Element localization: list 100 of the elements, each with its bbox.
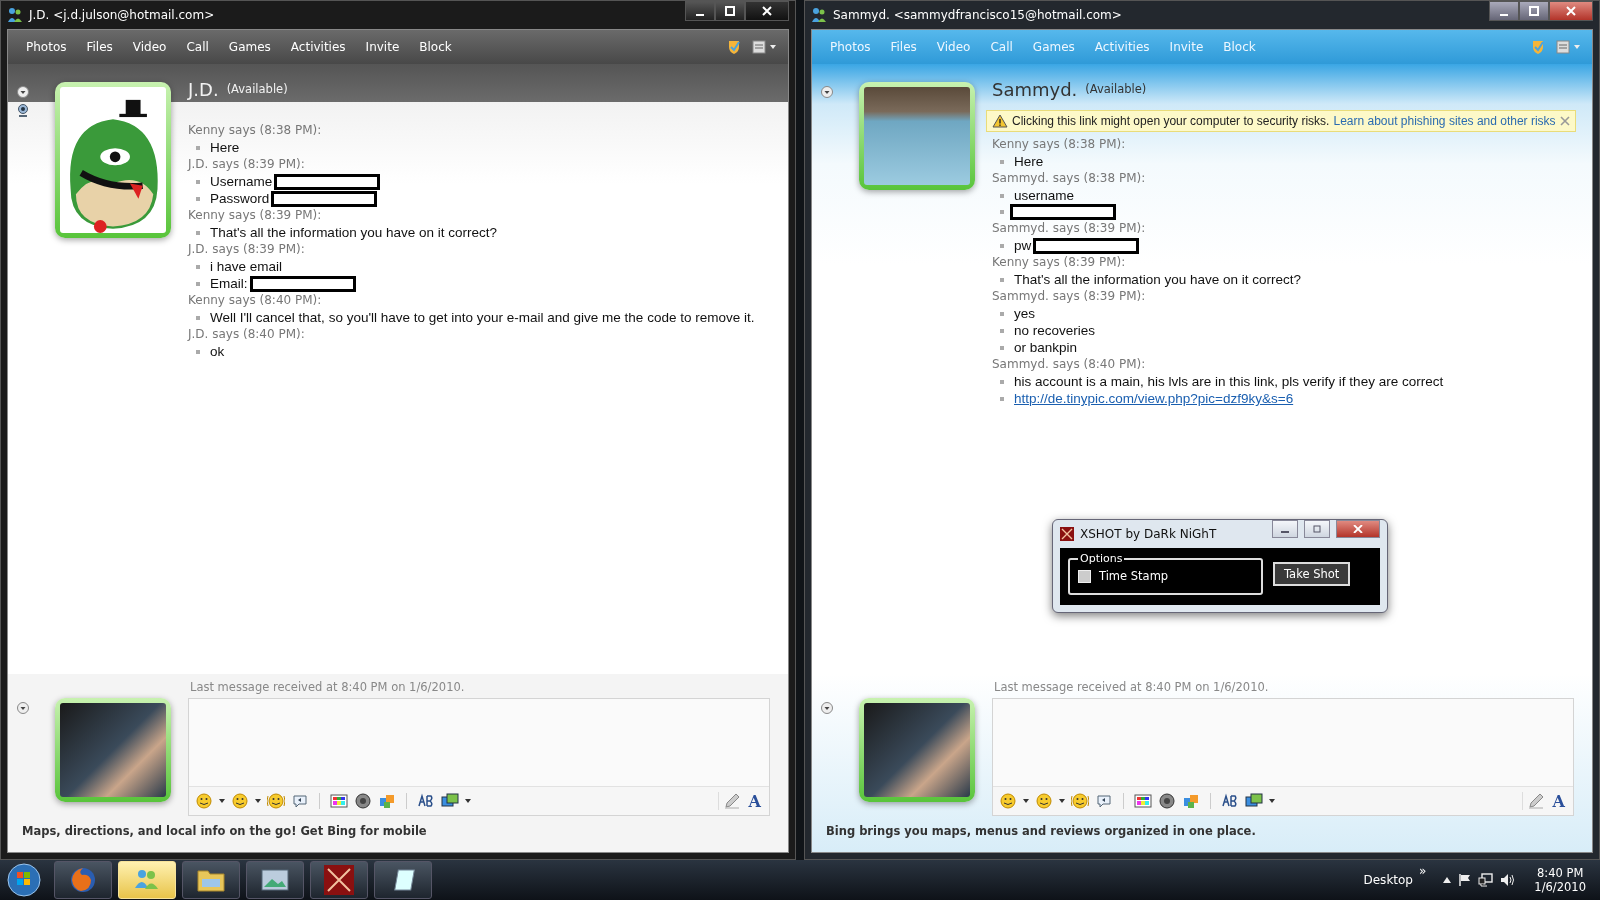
message-sender: Sammyd. says (8:40 PM): [992, 356, 1147, 373]
app-icon [1060, 527, 1074, 541]
maximize-icon [1312, 525, 1322, 533]
bullet [196, 349, 200, 354]
bullet [196, 230, 200, 235]
menu-item[interactable]: Block [411, 36, 460, 58]
wink-icon[interactable] [231, 792, 249, 810]
pen-icon[interactable] [1521, 792, 1545, 810]
start-button[interactable] [6, 862, 42, 898]
clock-time[interactable]: 8:40 PM [1537, 866, 1584, 880]
cube-icon[interactable] [378, 792, 396, 810]
caret-icon[interactable] [255, 799, 261, 803]
message-sender: Kenny says (8:40 PM): [188, 292, 323, 309]
spell-check-icon[interactable] [417, 792, 435, 810]
message-sender: J.D. says (8:39 PM): [188, 156, 306, 173]
bullet [196, 196, 200, 201]
message-text: username [1014, 187, 1075, 204]
show-hidden-icons-icon[interactable] [1442, 876, 1453, 884]
desktop-toolbar-label[interactable]: Desktop [1363, 873, 1413, 887]
message-text: yes [1014, 305, 1035, 322]
menu-item[interactable]: Activities [282, 36, 354, 58]
nudge-icon[interactable] [1071, 792, 1089, 810]
close-button[interactable] [1549, 1, 1593, 21]
close-button[interactable] [745, 1, 789, 21]
window-title: J.D. <j.d.julson@hotmail.com> [29, 8, 215, 22]
message-link[interactable]: http://de.tinypic.com/view.php?pic=dzf9ky&s=6 [1014, 390, 1294, 407]
take-shot-button[interactable]: Take Shot [1273, 561, 1351, 586]
cube-icon[interactable] [1182, 792, 1200, 810]
bullet [1000, 328, 1004, 333]
taskbar-button[interactable] [246, 861, 304, 899]
close-icon [1353, 525, 1363, 533]
collapse-toggle-icon[interactable] [17, 702, 29, 714]
emoticon-icon[interactable] [999, 792, 1017, 810]
maximize-icon [1529, 6, 1539, 16]
message-sender: Kenny says (8:39 PM): [188, 207, 323, 224]
options-menu-icon[interactable] [752, 39, 778, 55]
background-grid-icon[interactable] [1134, 792, 1152, 810]
font-button[interactable]: A [746, 791, 763, 811]
taskbar-button[interactable] [310, 861, 368, 899]
checkbox[interactable] [1078, 569, 1091, 583]
caret-icon[interactable] [1023, 799, 1029, 803]
caret-icon[interactable] [219, 799, 225, 803]
caret-icon[interactable] [1059, 799, 1065, 803]
warning-icon [992, 114, 1008, 128]
shield-icon[interactable] [726, 39, 742, 55]
emoticon-icon[interactable] [195, 792, 213, 810]
pen-icon[interactable] [717, 792, 741, 810]
minimize-button[interactable] [685, 1, 715, 21]
font-button[interactable]: A [1550, 791, 1567, 811]
network-icon[interactable] [1478, 873, 1495, 887]
phishing-info-link[interactable]: Learn about phishing sites and other risks [1333, 114, 1556, 128]
window-title: Sammyd. <sammydfrancisco15@hotmail.com> [833, 8, 1122, 22]
menu-item[interactable]: Photos [18, 36, 75, 58]
menu-item[interactable]: Invite [357, 36, 408, 58]
voice-clip-icon[interactable] [1095, 792, 1113, 810]
menu-item[interactable]: Video [124, 36, 175, 58]
collapse-toggle-icon[interactable] [17, 86, 29, 98]
flag-icon[interactable] [1458, 873, 1473, 887]
message-sender: Sammyd. says (8:38 PM): [992, 170, 1147, 187]
wink-icon[interactable] [1035, 792, 1053, 810]
maximize-button[interactable] [1519, 1, 1549, 21]
background-grid-icon[interactable] [330, 792, 348, 810]
cross-icon [324, 865, 354, 895]
message-text: Email: [210, 275, 248, 292]
clock-date[interactable]: 1/6/2010 [1534, 880, 1586, 894]
messenger-icon [7, 7, 23, 23]
close-icon[interactable] [1560, 116, 1570, 126]
collapse-toggle-icon[interactable] [821, 86, 833, 98]
menu-item[interactable]: Call [178, 36, 217, 58]
minimize-button[interactable] [1489, 1, 1519, 21]
bullet [196, 145, 200, 150]
sound-icon[interactable] [1158, 792, 1176, 810]
picture-share-icon[interactable] [1245, 792, 1263, 810]
taskbar-button[interactable] [182, 861, 240, 899]
collapse-toggle-icon[interactable] [821, 702, 833, 714]
caret-icon[interactable] [465, 799, 471, 803]
minimize-button[interactable] [1272, 520, 1298, 538]
menu-item[interactable]: Games [220, 36, 279, 58]
webcam-icon[interactable] [17, 104, 29, 118]
message-text: That's all the information you have on it correct? [1014, 271, 1301, 288]
warning-text: Clicking this link might open your computer to security risks. [1012, 114, 1330, 128]
menu-item[interactable]: Files [78, 36, 121, 58]
spell-check-icon[interactable] [1221, 792, 1239, 810]
voice-clip-icon[interactable] [291, 792, 309, 810]
maximize-button[interactable] [715, 1, 745, 21]
ad-text: Maps, directions, and local info on the go! Get Bing for mobile [21, 823, 428, 838]
caret-icon[interactable] [1269, 799, 1275, 803]
speaker-icon[interactable] [1500, 873, 1517, 887]
message-text: Here [210, 139, 240, 156]
bullet [1000, 396, 1004, 401]
sound-icon[interactable] [354, 792, 372, 810]
taskbar-button[interactable] [374, 861, 432, 899]
message-sender: Sammyd. says (8:39 PM): [992, 220, 1147, 237]
toolbar-chevron[interactable]: » [1419, 864, 1427, 878]
checkbox-label: Time Stamp [1099, 569, 1169, 583]
message-sender: Kenny says (8:39 PM): [992, 254, 1127, 271]
bullet [1000, 345, 1004, 350]
nudge-icon[interactable] [267, 792, 285, 810]
messenger-icon [811, 7, 827, 23]
picture-share-icon[interactable] [441, 792, 459, 810]
